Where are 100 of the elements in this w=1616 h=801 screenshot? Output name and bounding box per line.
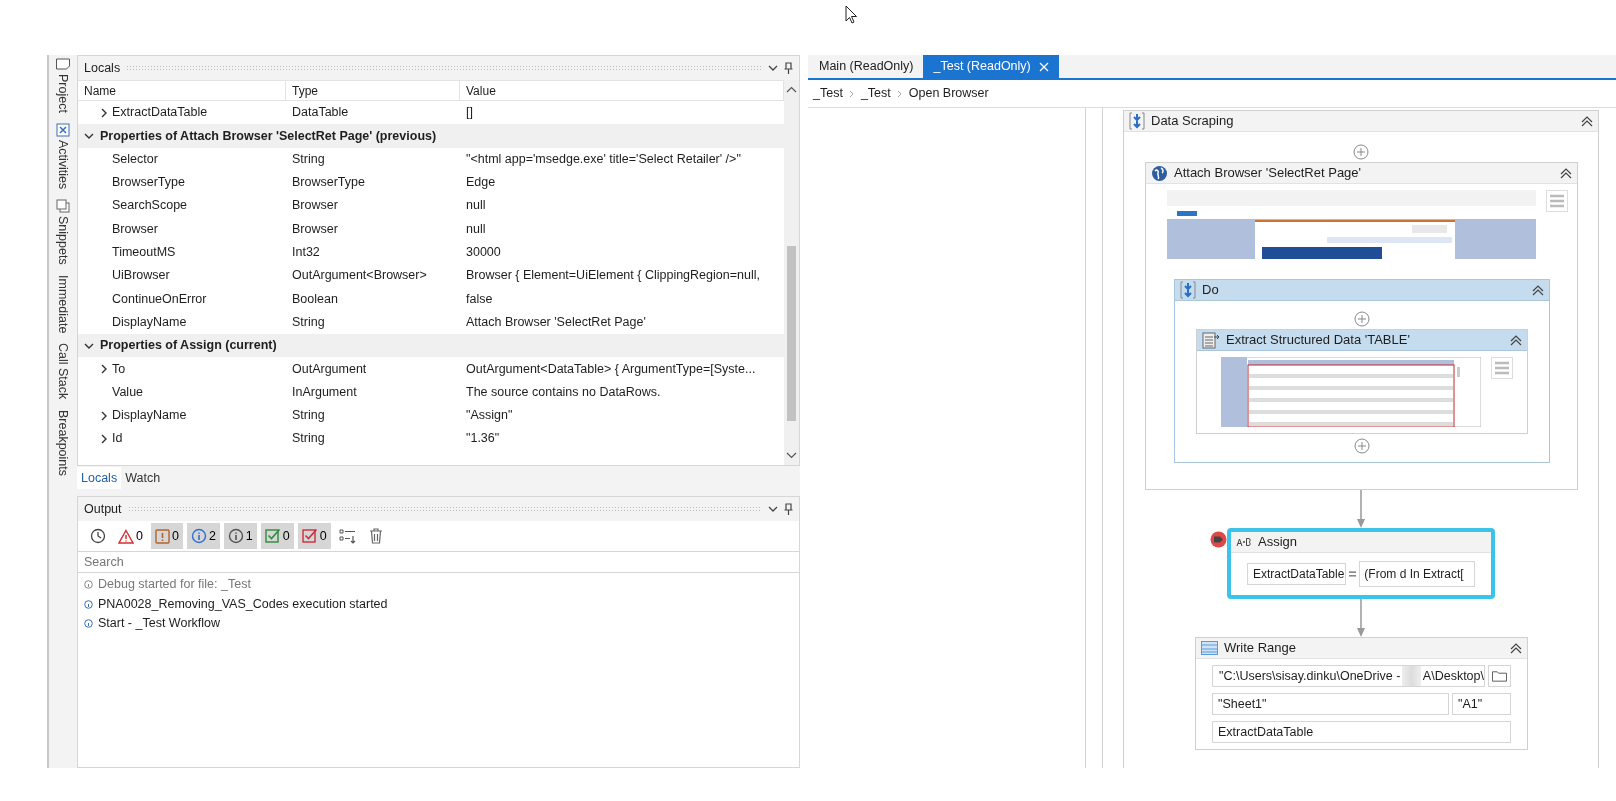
scrollbar-thumb[interactable]	[787, 246, 796, 421]
filter-button[interactable]: 0	[297, 523, 331, 549]
scroll-up-icon[interactable]	[786, 86, 797, 93]
collapse-icon[interactable]	[1560, 167, 1572, 179]
page-icon	[56, 58, 70, 70]
document-tab[interactable]: _Test (ReadOnly)	[923, 55, 1059, 78]
table-cell-text: "1.36"	[465, 430, 501, 448]
blurred-region	[1402, 666, 1421, 686]
table-cell-text: String	[291, 313, 326, 331]
chevron-down-icon[interactable]	[768, 64, 778, 72]
table-cell-text: InArgument	[291, 383, 358, 401]
folder-button[interactable]	[1488, 665, 1511, 687]
input-field[interactable]: "Sheet1"	[1212, 693, 1449, 715]
table-cell-text: OutArgument<Browser>	[291, 267, 428, 285]
activity-title: Attach Browser 'SelectRet Page'	[1174, 164, 1363, 183]
side-tab[interactable]: Immediate	[53, 274, 73, 334]
scroll-down-icon[interactable]	[786, 452, 797, 459]
table-cell-text: BrowserType	[111, 174, 186, 192]
group-header[interactable]: Properties of Attach Browser 'SelectRet Page' (previous)	[78, 124, 784, 148]
activity-card[interactable]: Extract Structured Data 'TABLE'	[1196, 329, 1528, 434]
stacked-pages-icon	[56, 199, 70, 214]
scrollbar[interactable]	[784, 80, 799, 465]
info-icon	[190, 528, 207, 544]
table-cell-text: Browser	[291, 197, 339, 215]
activity-card[interactable]: Write Range "C:\Users\sisay.dinku\OneDrive - A\Desktop\ "Sheet1" "A1" ExtractDataTable	[1195, 637, 1528, 750]
table-cell-text: OutArgument	[291, 360, 368, 378]
input-field[interactable]: "A1"	[1452, 693, 1511, 715]
add-icon[interactable]	[1354, 311, 1370, 327]
chevron-right-icon	[848, 89, 855, 98]
log-line: PNA0028_Removing_VAS_Codes execution started	[98, 595, 388, 613]
add-icon[interactable]	[1353, 144, 1369, 160]
filter-button[interactable]: 0	[150, 523, 183, 549]
filter-button[interactable]: 1	[223, 523, 257, 549]
table-cell-text: Value	[111, 383, 145, 401]
table-cell-text: String	[291, 150, 326, 168]
chevron-down-icon[interactable]	[768, 505, 778, 513]
pin-icon[interactable]	[784, 62, 793, 74]
table-cell-text: UiBrowser	[111, 267, 171, 285]
collapse-icon[interactable]	[1532, 284, 1544, 296]
filter-button[interactable]: 2	[186, 523, 220, 549]
check-icon	[301, 528, 318, 544]
search-field[interactable]: Search	[78, 551, 799, 573]
activity-card[interactable]: Do Extract Structured Data 'TABLE'	[1174, 279, 1550, 463]
info-icon	[84, 619, 93, 629]
activity-title: Data Scraping	[1151, 112, 1235, 131]
side-tab[interactable]: Breakpoints	[53, 409, 73, 476]
side-tab[interactable]: Snippets	[53, 199, 73, 265]
info-icon	[84, 599, 93, 609]
table-cell: ExtractDataTable	[78, 103, 286, 122]
column-header[interactable]: Type	[286, 81, 460, 100]
table-cell-text: null	[465, 197, 487, 215]
close-icon[interactable]	[1038, 61, 1049, 72]
table-cell-text: 30000	[465, 244, 502, 262]
collapse-icon[interactable]	[1510, 642, 1522, 654]
group-header[interactable]: Properties of Assign (current)	[78, 333, 784, 358]
tab[interactable]: Locals	[77, 466, 122, 490]
spreadsheet-icon	[1201, 641, 1218, 655]
side-tab[interactable]: Project	[53, 57, 73, 113]
trash-icon	[368, 528, 383, 544]
table-extract-icon	[1202, 331, 1220, 349]
tab[interactable]: Watch	[121, 466, 165, 490]
table-cell-text: Browser	[111, 220, 159, 238]
activity-card[interactable]: Assign ExtractDataTable (From d In Extract[	[1227, 528, 1495, 599]
table-cell-text: Int32	[291, 244, 321, 262]
activities-icon	[56, 122, 70, 137]
exclamation-icon	[154, 528, 170, 544]
pin-icon[interactable]	[784, 503, 793, 515]
input-field[interactable]: "C:\Users\sisay.dinku\OneDrive - A\Desktop\	[1212, 665, 1485, 687]
side-tab[interactable]: Activities	[53, 122, 73, 190]
document-tab[interactable]: Main (ReadOnly)	[809, 55, 924, 78]
add-icon[interactable]	[1354, 438, 1370, 454]
table-cell-text: null	[465, 220, 487, 238]
table-cell-text: Boolean	[291, 290, 339, 308]
connector-arrow	[1356, 490, 1366, 528]
table-cell-text: Browser	[291, 220, 339, 238]
filter-button[interactable]: 0	[114, 523, 147, 549]
info-icon	[227, 528, 244, 544]
breadcrumb-item[interactable]: _Test	[860, 84, 891, 103]
activity-card[interactable]: Attach Browser 'SelectRet Page' Do Extract Structured Data 'TABLE'	[1145, 162, 1578, 490]
table-cell-text: SearchScope	[111, 197, 189, 215]
activity-title: Assign	[1258, 533, 1299, 552]
list-sort-icon	[338, 528, 357, 544]
breadcrumb-item[interactable]: _Test	[813, 84, 843, 103]
log-line: Start - _Test Workflow	[98, 615, 221, 633]
input-field[interactable]: ExtractDataTable	[1247, 563, 1346, 585]
input-field[interactable]: ExtractDataTable	[1212, 721, 1511, 743]
table-cell-text: Edge	[465, 174, 497, 192]
info-icon	[84, 580, 93, 590]
table-cell-text: []	[465, 104, 474, 122]
input-field[interactable]: (From d In Extract[	[1359, 561, 1475, 587]
table-cell-text: BrowserType	[291, 174, 366, 192]
table-cell-text: DataTable	[291, 104, 350, 122]
collapse-icon[interactable]	[1581, 115, 1593, 127]
breadcrumb-item[interactable]: Open Browser	[908, 84, 989, 103]
filter-button[interactable]: 0	[260, 523, 294, 549]
side-tab[interactable]: Call Stack	[53, 343, 73, 400]
collapse-icon[interactable]	[1510, 334, 1522, 346]
equals-icon	[1348, 571, 1357, 577]
sequence-icon	[1129, 112, 1145, 130]
column-header[interactable]: Name	[78, 81, 286, 100]
